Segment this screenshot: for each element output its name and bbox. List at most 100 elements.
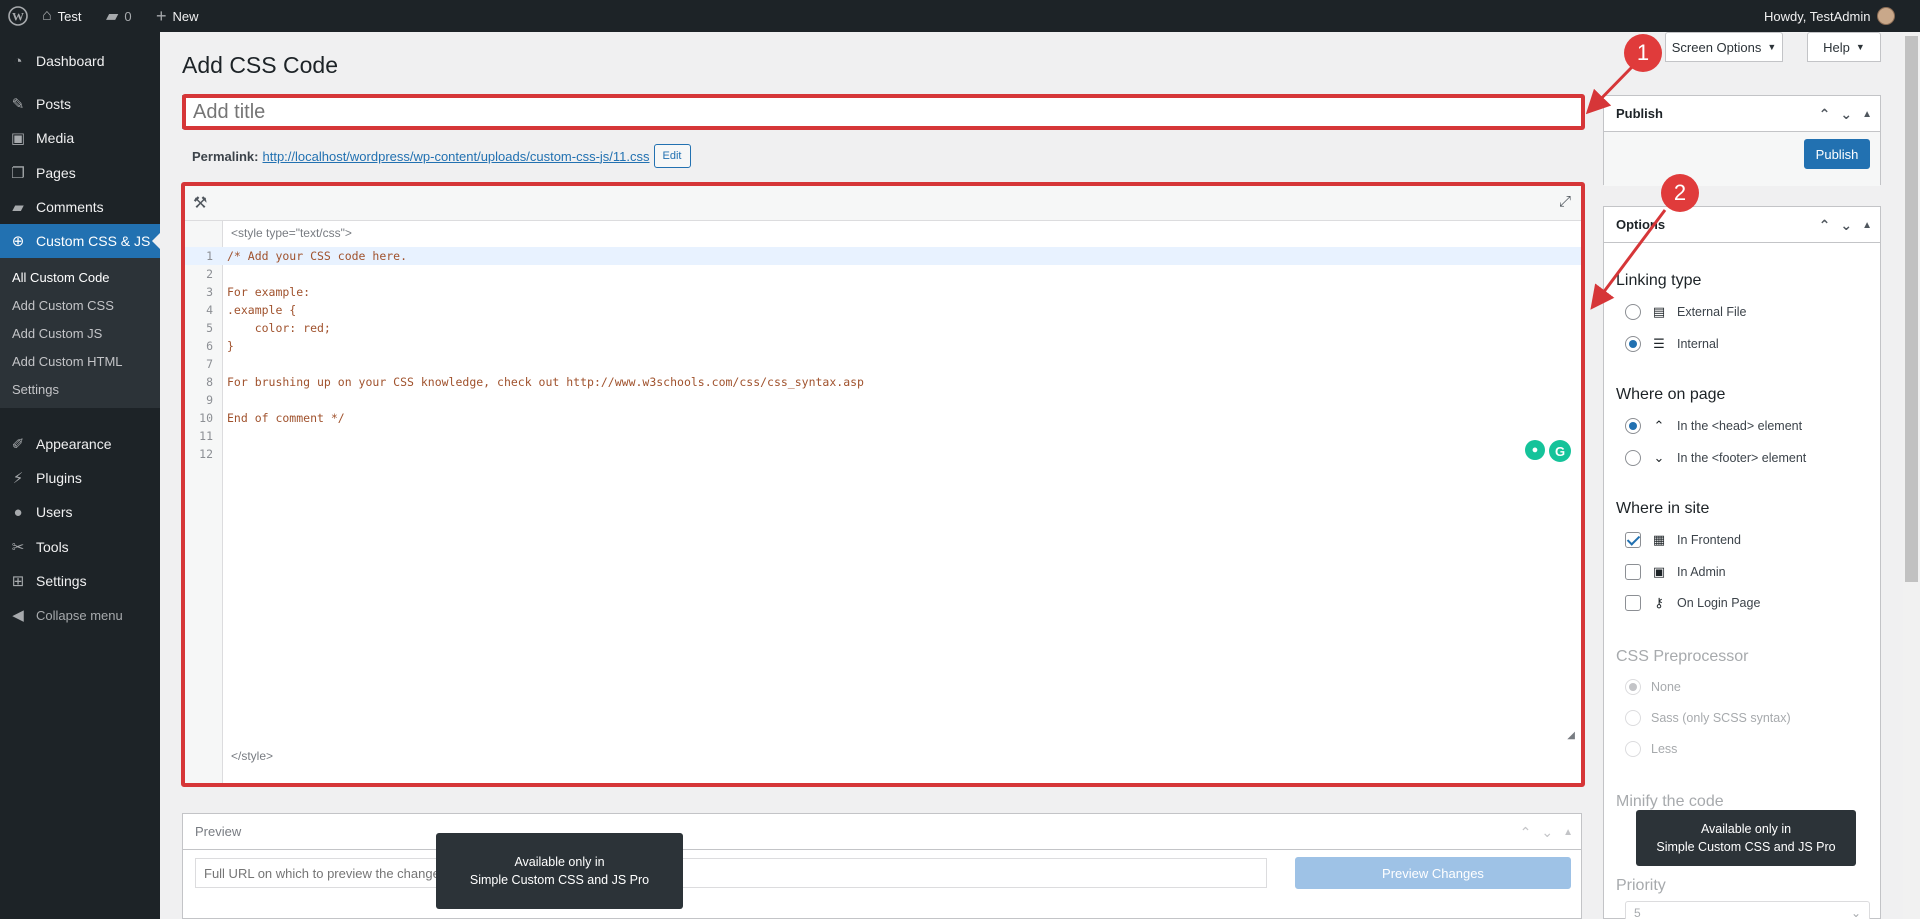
- radio-internal[interactable]: [1625, 336, 1641, 352]
- option-in-admin[interactable]: ▣ In Admin: [1625, 564, 1726, 580]
- code-line[interactable]: 4 .example {: [183, 301, 1581, 319]
- chevron-down-icon: ⌄: [1850, 906, 1861, 919]
- linking-type-heading: Linking type: [1616, 272, 1702, 289]
- collapse-menu-button[interactable]: ◀ Collapse menu: [0, 598, 160, 632]
- sidebar-item-tools[interactable]: ✂ Tools: [0, 530, 160, 564]
- sidebar-item-appearance[interactable]: ✐ Appearance: [0, 427, 160, 461]
- option-on-login-page[interactable]: ⚷ On Login Page: [1625, 595, 1760, 611]
- preview-header: Preview ⌃ ⌄ ▲: [183, 814, 1581, 850]
- publish-button[interactable]: Publish: [1804, 139, 1870, 169]
- code-line[interactable]: 1/* Add your CSS code here.: [183, 247, 1581, 265]
- fullscreen-icon[interactable]: ⤢: [1559, 193, 1571, 210]
- new-content-link[interactable]: + New: [156, 0, 199, 32]
- option-in-frontend[interactable]: ▦ In Frontend: [1625, 532, 1741, 548]
- submenu-all-custom-code[interactable]: All Custom Code: [12, 270, 110, 285]
- code-line[interactable]: 12: [183, 445, 1581, 463]
- where-in-site-heading: Where in site: [1616, 500, 1710, 517]
- permalink-url[interactable]: http://localhost/wordpress/wp-content/up…: [262, 149, 649, 164]
- sidebar-item-label: Dashboard: [36, 53, 105, 69]
- chevron-up-icon[interactable]: ⌃: [1819, 106, 1831, 123]
- submenu-settings[interactable]: Settings: [12, 382, 59, 397]
- radio-in-footer[interactable]: [1625, 450, 1641, 466]
- scrollbar-thumb[interactable]: [1905, 36, 1918, 582]
- code-editor[interactable]: ⚒ ⤢ <style type="text/css"> 1/* Add your…: [182, 184, 1582, 786]
- sidebar-item-dashboard[interactable]: ◔ Dashboard: [0, 44, 160, 78]
- help-button[interactable]: Help ▼: [1807, 32, 1881, 62]
- option-in-footer[interactable]: ⌄ In the <footer> element: [1625, 450, 1806, 466]
- sidebar-item-plugins[interactable]: ⚡ Plugins: [0, 461, 160, 495]
- code-line[interactable]: 2: [183, 265, 1581, 283]
- priority-select: 5 ⌄: [1625, 901, 1870, 919]
- code-line[interactable]: 8 For brushing up on your CSS knowledge, …: [183, 373, 1581, 391]
- checkbox-in-admin[interactable]: [1625, 564, 1641, 580]
- sidebar-item-custom-css-js[interactable]: ⊕ Custom CSS & JS: [0, 224, 160, 258]
- sidebar-item-label: Settings: [36, 573, 87, 589]
- pages-icon: ❐: [11, 165, 25, 182]
- sidebar-item-users[interactable]: ● Users: [0, 495, 160, 529]
- options-title: Options: [1616, 217, 1666, 232]
- sidebar-item-media[interactable]: ▣ Media: [0, 121, 160, 155]
- code-line[interactable]: 11: [183, 427, 1581, 445]
- code-line[interactable]: 6}: [183, 337, 1581, 355]
- option-label: Less: [1651, 742, 1678, 756]
- style-open-tag: <style type="text/css">: [231, 226, 352, 240]
- hammer-icon[interactable]: ⚒: [193, 193, 207, 213]
- sidebar-item-posts[interactable]: ✎ Posts: [0, 87, 160, 121]
- radio-in-head[interactable]: [1625, 418, 1641, 434]
- code-line[interactable]: 10 End of comment */: [183, 409, 1581, 427]
- publish-box: Publish ⌃ ⌄ ▲ Publish: [1603, 95, 1881, 186]
- option-in-head[interactable]: ⌃ In the <head> element: [1625, 418, 1802, 434]
- resize-handle-icon[interactable]: ◢: [1567, 730, 1575, 741]
- chevron-down-icon[interactable]: ⌄: [1840, 217, 1852, 234]
- account-menu[interactable]: Howdy, TestAdmin: [1764, 0, 1896, 32]
- option-label: In Admin: [1677, 565, 1726, 579]
- code-line[interactable]: 7: [183, 355, 1581, 373]
- preview-url-input[interactable]: [195, 858, 1267, 888]
- option-label: External File: [1677, 305, 1747, 319]
- submenu-add-custom-html[interactable]: Add Custom HTML: [12, 354, 123, 369]
- wordpress-logo-icon[interactable]: W: [8, 0, 28, 32]
- sidebar-item-settings[interactable]: ⊞ Settings: [0, 564, 160, 598]
- radio-preprocessor-none: [1625, 679, 1641, 695]
- code-line[interactable]: 3 For example:: [183, 283, 1581, 301]
- sidebar-item-comments[interactable]: ▰ Comments: [0, 190, 160, 224]
- options-arrows: ⌃ ⌄ ▲: [1819, 207, 1872, 243]
- radio-external-file[interactable]: [1625, 304, 1641, 320]
- preview-changes-button[interactable]: Preview Changes: [1295, 857, 1571, 889]
- checkbox-on-login-page[interactable]: [1625, 595, 1641, 611]
- comments-count: 0: [124, 8, 132, 24]
- new-label: New: [172, 8, 199, 24]
- comment-bubble-icon: ▰: [106, 8, 119, 25]
- sidebar-item-pages[interactable]: ❐ Pages: [0, 156, 160, 190]
- tooltip-line: Simple Custom CSS and JS Pro: [1656, 840, 1836, 854]
- title-input[interactable]: [182, 95, 1582, 129]
- grammarly-icon[interactable]: G: [1549, 440, 1571, 462]
- code-line[interactable]: 5 color: red;: [183, 319, 1581, 337]
- chevron-down-icon[interactable]: ⌄: [1541, 824, 1553, 841]
- comments-link[interactable]: ▰ 0: [106, 0, 132, 32]
- editor-toolbar: ⚒ ⤢: [183, 185, 1581, 221]
- option-internal[interactable]: ☰ Internal: [1625, 336, 1719, 352]
- chevron-up-icon[interactable]: ⌃: [1520, 824, 1532, 841]
- submenu-add-custom-js[interactable]: Add Custom JS: [12, 326, 102, 341]
- css-preprocessor-heading: CSS Preprocessor: [1616, 648, 1749, 665]
- option-label: In the <head> element: [1677, 419, 1803, 433]
- submenu-add-custom-css[interactable]: Add Custom CSS: [12, 298, 114, 313]
- lightbulb-icon[interactable]: ●: [1525, 440, 1545, 460]
- code-line[interactable]: 9: [183, 391, 1581, 409]
- permalink-edit-button[interactable]: Edit: [653, 144, 691, 168]
- toggle-triangle-icon[interactable]: ▲: [1862, 220, 1872, 231]
- option-external-file[interactable]: ▤ External File: [1625, 304, 1746, 320]
- preview-arrows: ⌃ ⌄ ▲: [1520, 814, 1573, 850]
- tooltip-line: Available only in: [514, 855, 605, 869]
- code-text: .example {: [227, 303, 297, 317]
- chevron-up-icon[interactable]: ⌃: [1819, 217, 1831, 234]
- grammarly-widget[interactable]: ● G: [1525, 440, 1571, 462]
- sidebar-item-label: Appearance: [36, 436, 112, 452]
- chevron-down-icon[interactable]: ⌄: [1840, 106, 1852, 123]
- checkbox-in-frontend[interactable]: [1625, 532, 1641, 548]
- toggle-triangle-icon[interactable]: ▲: [1563, 827, 1573, 838]
- toggle-triangle-icon[interactable]: ▲: [1862, 109, 1872, 120]
- screen-options-button[interactable]: Screen Options ▼: [1665, 32, 1783, 62]
- site-name-link[interactable]: ⌂ Test: [42, 0, 82, 32]
